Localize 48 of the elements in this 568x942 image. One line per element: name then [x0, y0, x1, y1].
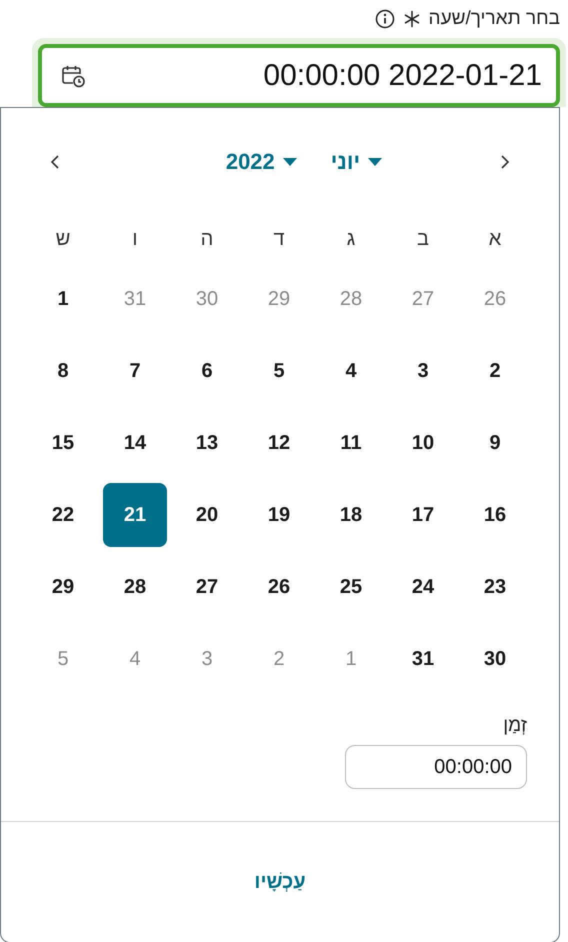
weekday-label: ד — [272, 226, 286, 252]
weekday-label: א — [488, 226, 502, 252]
day-cell[interactable]: 10 — [391, 411, 455, 475]
day-cell[interactable]: 24 — [391, 555, 455, 619]
month-dropdown[interactable]: יוני — [330, 149, 384, 175]
year-dropdown[interactable]: 2022 — [226, 149, 299, 175]
day-cell[interactable]: 11 — [319, 411, 383, 475]
caret-icon — [366, 156, 384, 168]
field-label: בחר תאריך/שעה — [428, 8, 560, 30]
day-cell[interactable]: 7 — [103, 339, 167, 403]
weekday-label: ו — [131, 226, 139, 252]
day-cell[interactable]: 3 — [391, 339, 455, 403]
day-cell[interactable]: 15 — [31, 411, 95, 475]
day-cell[interactable]: 23 — [463, 555, 527, 619]
day-cell[interactable]: 20 — [175, 483, 239, 547]
day-cell[interactable]: 1 — [31, 267, 95, 331]
day-cell[interactable]: 19 — [247, 483, 311, 547]
day-cell[interactable]: 16 — [463, 483, 527, 547]
weekday-label: ב — [416, 226, 430, 252]
day-cell[interactable]: 12 — [247, 411, 311, 475]
date-time-field[interactable]: 2022-01-21 00:00:00 — [38, 44, 560, 107]
day-cell[interactable]: 6 — [175, 339, 239, 403]
day-cell[interactable]: 9 — [463, 411, 527, 475]
day-cell[interactable]: 18 — [319, 483, 383, 547]
day-cell[interactable]: 25 — [319, 555, 383, 619]
day-cell[interactable]: 8 — [31, 339, 95, 403]
day-cell[interactable]: 5 — [247, 339, 311, 403]
day-cell[interactable]: 26 — [247, 555, 311, 619]
day-cell[interactable]: 2 — [463, 339, 527, 403]
day-cell[interactable]: 14 — [103, 411, 167, 475]
weekday-label: ה — [200, 226, 214, 252]
day-cell[interactable]: 21 — [103, 483, 167, 547]
day-cell[interactable]: 28 — [103, 555, 167, 619]
caret-icon — [280, 156, 299, 168]
day-cell[interactable]: 13 — [175, 411, 239, 475]
day-cell[interactable]: 22 — [31, 483, 95, 547]
day-cell[interactable]: 31 — [391, 627, 455, 691]
weekday-label: ש — [54, 226, 72, 252]
now-button[interactable]: עַכְשָׁיו — [242, 864, 318, 900]
day-cell[interactable]: 29 — [31, 555, 95, 619]
time-label: זְמַן — [503, 715, 527, 737]
day-cell[interactable]: 17 — [391, 483, 455, 547]
day-cell[interactable]: 4 — [319, 339, 383, 403]
weekday-label: ג — [346, 226, 356, 252]
day-cell[interactable]: 27 — [175, 555, 239, 619]
info-icon[interactable] — [374, 9, 395, 29]
time-field[interactable]: 00:00:00 — [345, 745, 527, 789]
day-cell[interactable]: 30 — [463, 627, 527, 691]
